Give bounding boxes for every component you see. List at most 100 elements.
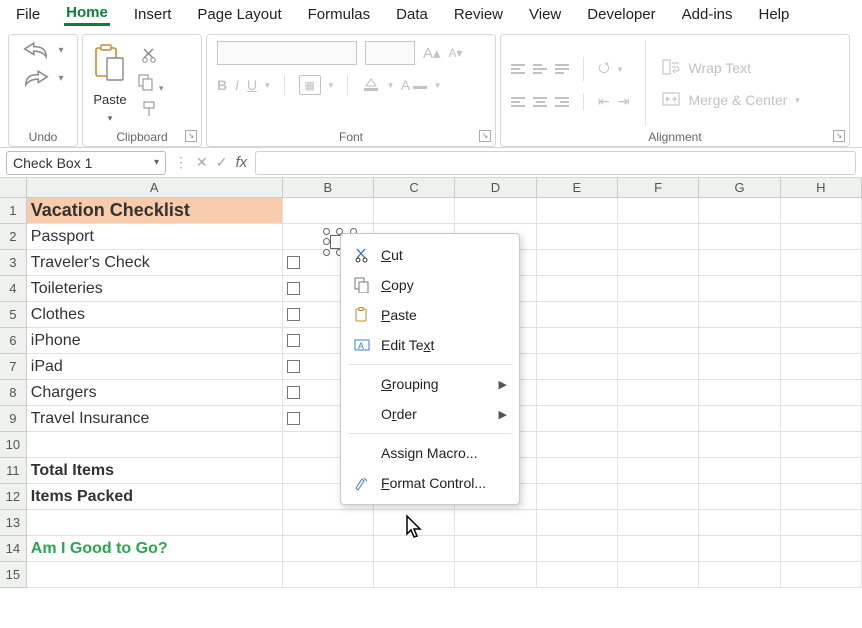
cell[interactable]: Traveler's Check — [27, 250, 283, 276]
context-grouping[interactable]: Grouping ▶ — [341, 369, 519, 399]
wrap-text-button[interactable]: Wrap Text — [662, 59, 751, 78]
checkbox[interactable] — [287, 308, 300, 321]
dialog-launcher-icon[interactable]: ↘ — [479, 130, 491, 142]
row-header[interactable]: 4 — [0, 276, 27, 302]
tab-home[interactable]: Home — [64, 2, 110, 26]
cell[interactable]: Travel Insurance — [27, 406, 283, 432]
context-assign-macro[interactable]: Assign Macro... — [341, 438, 519, 468]
align-bottom-icon[interactable] — [555, 64, 569, 74]
row-header[interactable]: 1 — [0, 198, 27, 224]
cell[interactable]: Toileteries — [27, 276, 283, 302]
fill-color-icon[interactable] — [362, 76, 380, 95]
cut-icon[interactable] — [141, 46, 159, 67]
tab-developer[interactable]: Developer — [585, 4, 657, 25]
borders-icon[interactable]: ▦ — [299, 75, 321, 95]
cell[interactable]: iPhone — [27, 328, 283, 354]
row-header[interactable]: 8 — [0, 380, 27, 406]
context-cut[interactable]: Cut — [341, 240, 519, 270]
row-header[interactable]: 6 — [0, 328, 27, 354]
column-header[interactable]: F — [618, 178, 699, 198]
align-center-icon[interactable] — [533, 97, 547, 107]
column-header[interactable]: A — [27, 178, 283, 198]
formula-input[interactable] — [255, 151, 856, 175]
cell[interactable]: Clothes — [27, 302, 283, 328]
row-header[interactable]: 3 — [0, 250, 27, 276]
cell[interactable]: Chargers — [27, 380, 283, 406]
context-edit-text[interactable]: A Edit Text — [341, 330, 519, 360]
row-header[interactable]: 11 — [0, 458, 27, 484]
row-header[interactable]: 2 — [0, 224, 27, 250]
orientation-icon[interactable]: ⭯ — [598, 57, 610, 81]
checkbox[interactable] — [287, 412, 300, 425]
row-header[interactable]: 10 — [0, 432, 27, 458]
cell[interactable] — [27, 432, 283, 458]
align-left-icon[interactable] — [511, 97, 525, 107]
cell[interactable]: iPad — [27, 354, 283, 380]
name-box[interactable]: Check Box 1 ▾ — [6, 151, 166, 175]
fx-icon[interactable]: fx — [235, 154, 247, 171]
checkbox[interactable] — [287, 256, 300, 269]
tab-view[interactable]: View — [527, 4, 563, 25]
underline-button[interactable]: U — [247, 77, 257, 93]
increase-indent-icon[interactable]: ⇥ — [618, 93, 630, 110]
cell[interactable]: Am I Good to Go? — [27, 536, 283, 562]
dialog-launcher-icon[interactable]: ↘ — [185, 130, 197, 142]
tab-help[interactable]: Help — [757, 4, 792, 25]
confirm-icon[interactable]: ✓ — [216, 154, 228, 171]
expand-formula-icon[interactable]: ⋮ — [174, 154, 188, 171]
italic-button[interactable]: I — [235, 77, 239, 93]
tab-file[interactable]: File — [14, 4, 42, 25]
select-all-corner[interactable] — [0, 178, 27, 198]
align-middle-icon[interactable] — [533, 64, 547, 74]
dialog-launcher-icon[interactable]: ↘ — [833, 130, 845, 142]
context-format-control[interactable]: Format Control... — [341, 468, 519, 498]
format-painter-icon[interactable] — [141, 100, 159, 121]
bold-button[interactable]: B — [217, 77, 227, 93]
redo-button[interactable]: ▾ — [22, 69, 63, 87]
checkbox[interactable] — [287, 334, 300, 347]
cancel-icon[interactable]: ✕ — [196, 154, 208, 171]
tab-insert[interactable]: Insert — [132, 4, 174, 25]
font-family-select[interactable] — [217, 41, 357, 65]
row-header[interactable]: 7 — [0, 354, 27, 380]
cell[interactable] — [283, 198, 374, 224]
checkbox[interactable] — [287, 386, 300, 399]
row-header[interactable]: 9 — [0, 406, 27, 432]
column-header[interactable]: H — [781, 178, 862, 198]
decrease-indent-icon[interactable]: ⇤ — [598, 93, 610, 110]
paste-button[interactable]: Paste ▾ — [93, 44, 127, 124]
merge-center-button[interactable]: Merge & Center ▾ — [662, 92, 799, 109]
align-right-icon[interactable] — [555, 97, 569, 107]
row-header[interactable]: 5 — [0, 302, 27, 328]
increase-font-icon[interactable]: A▴ — [423, 44, 441, 62]
decrease-font-icon[interactable]: A▾ — [449, 46, 463, 60]
row-header[interactable]: 15 — [0, 562, 27, 588]
copy-icon[interactable]: ▾ — [137, 73, 163, 94]
tab-review[interactable]: Review — [452, 4, 505, 25]
cell[interactable]: Vacation Checklist — [27, 198, 283, 224]
cell[interactable]: Items Packed — [27, 484, 283, 510]
context-order[interactable]: Order ▶ — [341, 399, 519, 429]
font-color-icon[interactable]: A — [401, 77, 427, 93]
undo-button[interactable]: ▾ — [22, 41, 63, 59]
row-header[interactable]: 13 — [0, 510, 27, 536]
cell[interactable] — [374, 198, 455, 224]
tab-add-ins[interactable]: Add-ins — [680, 4, 735, 25]
context-copy[interactable]: Copy — [341, 270, 519, 300]
align-top-icon[interactable] — [511, 64, 525, 74]
tab-page-layout[interactable]: Page Layout — [195, 4, 283, 25]
cell[interactable]: Passport — [27, 224, 283, 250]
column-header[interactable]: C — [374, 178, 455, 198]
checkbox[interactable] — [287, 282, 300, 295]
column-header[interactable]: E — [537, 178, 618, 198]
column-header[interactable]: B — [283, 178, 374, 198]
checkbox[interactable] — [287, 360, 300, 373]
tab-formulas[interactable]: Formulas — [306, 4, 373, 25]
row-header[interactable]: 12 — [0, 484, 27, 510]
font-size-select[interactable] — [365, 41, 415, 65]
context-paste[interactable]: Paste — [341, 300, 519, 330]
column-header[interactable]: D — [455, 178, 536, 198]
tab-data[interactable]: Data — [394, 4, 430, 25]
chevron-down-icon[interactable]: ▾ — [154, 157, 159, 168]
row-header[interactable]: 14 — [0, 536, 27, 562]
